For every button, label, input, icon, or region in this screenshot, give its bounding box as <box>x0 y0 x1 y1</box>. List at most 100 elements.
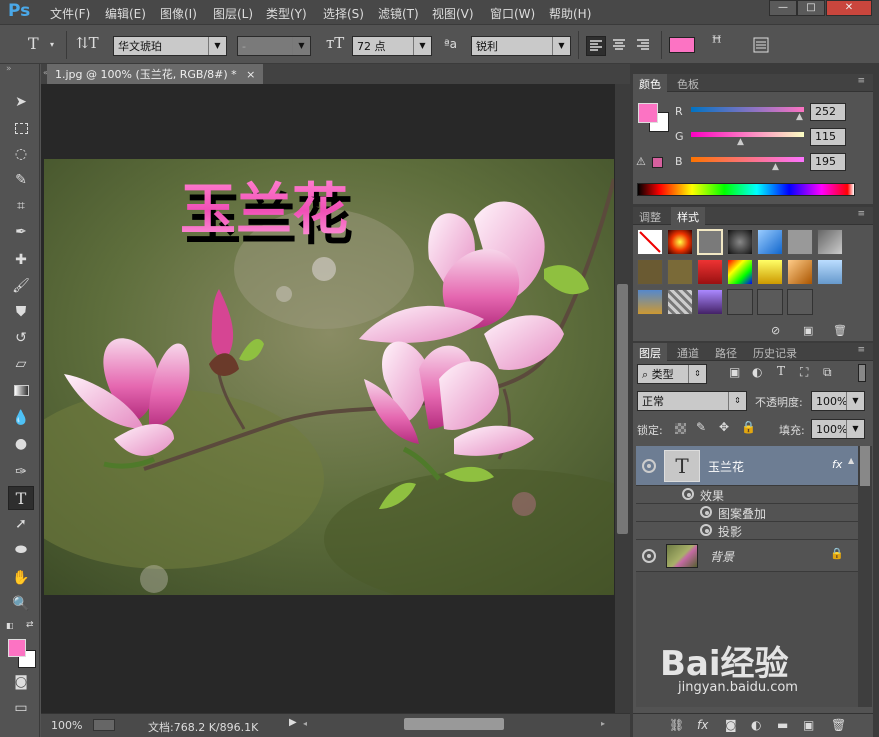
text-orientation-icon[interactable]: ⇅T <box>76 34 99 52</box>
eraser-tool-icon[interactable]: ▱ <box>8 352 34 376</box>
type-tool-icon[interactable]: T <box>28 34 39 53</box>
tab-paths[interactable]: 路径 <box>709 343 743 361</box>
collapse-toolbox-icon[interactable]: » <box>6 64 12 74</box>
close-button[interactable]: ✕ <box>826 0 872 16</box>
document-tab[interactable]: 1.jpg @ 100% (玉兰花, RGB/8#) * × <box>47 64 264 84</box>
font-style-select[interactable]: - ▼ <box>237 36 311 56</box>
text-color-swatch[interactable] <box>669 37 695 53</box>
align-right-button[interactable] <box>634 36 654 56</box>
clear-style-icon[interactable]: ⊘ <box>771 324 780 337</box>
tab-swatches[interactable]: 色板 <box>671 74 705 92</box>
style-swatch[interactable] <box>637 289 663 315</box>
font-size-select[interactable]: 72 点 ▼ <box>352 36 432 56</box>
opacity-field[interactable]: 100% ▼ <box>811 391 865 411</box>
close-tab-icon[interactable]: × <box>246 68 255 81</box>
scroll-right-icon[interactable]: ▸ <box>601 719 605 728</box>
new-group-icon[interactable]: ▬ <box>777 718 788 732</box>
tool-preset-arrow-icon[interactable]: ▾ <box>50 40 54 49</box>
tab-layers[interactable]: 图层 <box>633 343 667 361</box>
minimize-button[interactable]: — <box>769 0 797 16</box>
antialias-select[interactable]: 锐利 ▼ <box>471 36 571 56</box>
menu-type[interactable]: 类型(Y) <box>266 5 307 22</box>
new-adjustment-layer-icon[interactable]: ◐ <box>751 718 761 732</box>
type-tool-icon[interactable]: T <box>8 486 34 510</box>
style-swatch[interactable] <box>727 289 753 315</box>
filter-pixel-icon[interactable]: ▣ <box>729 365 740 379</box>
history-brush-tool-icon[interactable]: ↺ <box>8 326 34 350</box>
healing-brush-tool-icon[interactable]: ✚ <box>8 248 34 272</box>
menu-window[interactable]: 窗口(W) <box>490 5 535 22</box>
path-selection-tool-icon[interactable]: ➚ <box>8 512 34 536</box>
menu-view[interactable]: 视图(V) <box>432 5 474 22</box>
layer-name[interactable]: 玉兰花 <box>708 458 744 475</box>
scrollbar-thumb[interactable] <box>860 446 870 486</box>
lasso-tool-icon[interactable]: ◌ <box>8 142 34 166</box>
channel-r-slider[interactable] <box>691 107 804 112</box>
scroll-left-icon[interactable]: ◂ <box>303 719 307 728</box>
foreground-color-swatch[interactable] <box>638 103 658 123</box>
visibility-eye-icon[interactable] <box>682 488 694 500</box>
menu-file[interactable]: 文件(F) <box>50 5 90 22</box>
style-swatch[interactable] <box>697 289 723 315</box>
blend-mode-select[interactable]: 正常 ⇕ <box>637 391 747 411</box>
zoom-tool-icon[interactable]: 🔍 <box>8 592 34 616</box>
marquee-tool-icon[interactable] <box>8 116 34 140</box>
warning-icon[interactable]: ⚠ <box>636 155 646 168</box>
lock-pixels-icon[interactable]: ✎ <box>696 420 706 434</box>
brush-tool-icon[interactable]: 🖌 <box>8 274 34 298</box>
ellipse-tool-icon[interactable]: ⬬ <box>8 538 34 562</box>
align-left-button[interactable] <box>586 36 606 56</box>
style-swatch[interactable] <box>787 289 813 315</box>
new-style-icon[interactable]: ▣ <box>803 324 813 337</box>
clone-stamp-tool-icon[interactable]: ⛊ <box>8 300 34 324</box>
gradient-tool-icon[interactable] <box>8 378 34 402</box>
new-layer-icon[interactable]: ▣ <box>803 718 814 732</box>
add-mask-icon[interactable]: ◙ <box>725 718 737 732</box>
visibility-eye-icon[interactable] <box>700 506 712 518</box>
layer-effects-icon[interactable]: fx <box>832 458 842 471</box>
filter-adjustment-icon[interactable]: ◐ <box>752 365 762 379</box>
effect-row-drop-shadow[interactable]: 投影 <box>636 522 858 540</box>
menu-select[interactable]: 选择(S) <box>323 5 364 22</box>
filter-smart-object-icon[interactable]: ⧉ <box>823 365 832 380</box>
menu-edit[interactable]: 编辑(E) <box>105 5 146 22</box>
style-none-swatch[interactable] <box>637 229 663 255</box>
style-swatch[interactable] <box>817 229 843 255</box>
layer-row-background[interactable]: 背景 🔒 <box>636 540 858 572</box>
style-swatch[interactable] <box>727 259 753 285</box>
fill-field[interactable]: 100% ▼ <box>811 419 865 439</box>
dodge-tool-icon[interactable]: ● <box>8 432 34 456</box>
menu-help[interactable]: 帮助(H) <box>549 5 591 22</box>
delete-layer-icon[interactable]: 🗑 <box>831 718 846 732</box>
style-swatch[interactable] <box>757 259 783 285</box>
lock-transparent-icon[interactable] <box>675 423 686 434</box>
menu-layer[interactable]: 图层(L) <box>213 5 253 22</box>
style-swatch[interactable] <box>667 259 693 285</box>
style-swatch[interactable] <box>667 229 693 255</box>
align-center-button[interactable] <box>610 36 630 56</box>
layer-name[interactable]: 背景 <box>710 548 734 565</box>
tab-history[interactable]: 历史记录 <box>747 343 803 361</box>
delete-style-icon[interactable]: 🗑 <box>833 324 847 337</box>
swap-colors-icon[interactable]: ⇄ <box>26 620 34 630</box>
filter-shape-icon[interactable]: ⛶ <box>800 365 808 380</box>
channel-g-value[interactable]: 115 <box>810 128 846 146</box>
font-family-select[interactable]: 华文琥珀 ▼ <box>113 36 227 56</box>
tab-color[interactable]: 颜色 <box>633 74 667 92</box>
style-swatch[interactable] <box>697 259 723 285</box>
eyedropper-tool-icon[interactable]: ✒ <box>8 220 34 244</box>
link-layers-icon[interactable]: ⛓ <box>669 718 684 732</box>
style-swatch[interactable] <box>667 289 693 315</box>
style-swatch[interactable] <box>757 289 783 315</box>
layer-row-text[interactable]: T 玉兰花 fx ▲ <box>636 446 858 486</box>
style-swatch[interactable] <box>817 259 843 285</box>
vertical-scrollbar[interactable] <box>615 84 630 713</box>
layer-filter-select[interactable]: ⌕ 类型 ⇕ <box>637 364 707 384</box>
tab-channels[interactable]: 通道 <box>671 343 705 361</box>
channel-b-slider[interactable] <box>691 157 804 162</box>
text-layer-content[interactable]: 玉兰花 <box>180 178 348 243</box>
panel-menu-icon[interactable]: ≡ <box>851 74 871 92</box>
horizontal-scrollbar-thumb[interactable] <box>404 718 504 730</box>
warp-text-icon[interactable]: ꟸ <box>712 33 721 53</box>
style-swatch[interactable] <box>787 229 813 255</box>
